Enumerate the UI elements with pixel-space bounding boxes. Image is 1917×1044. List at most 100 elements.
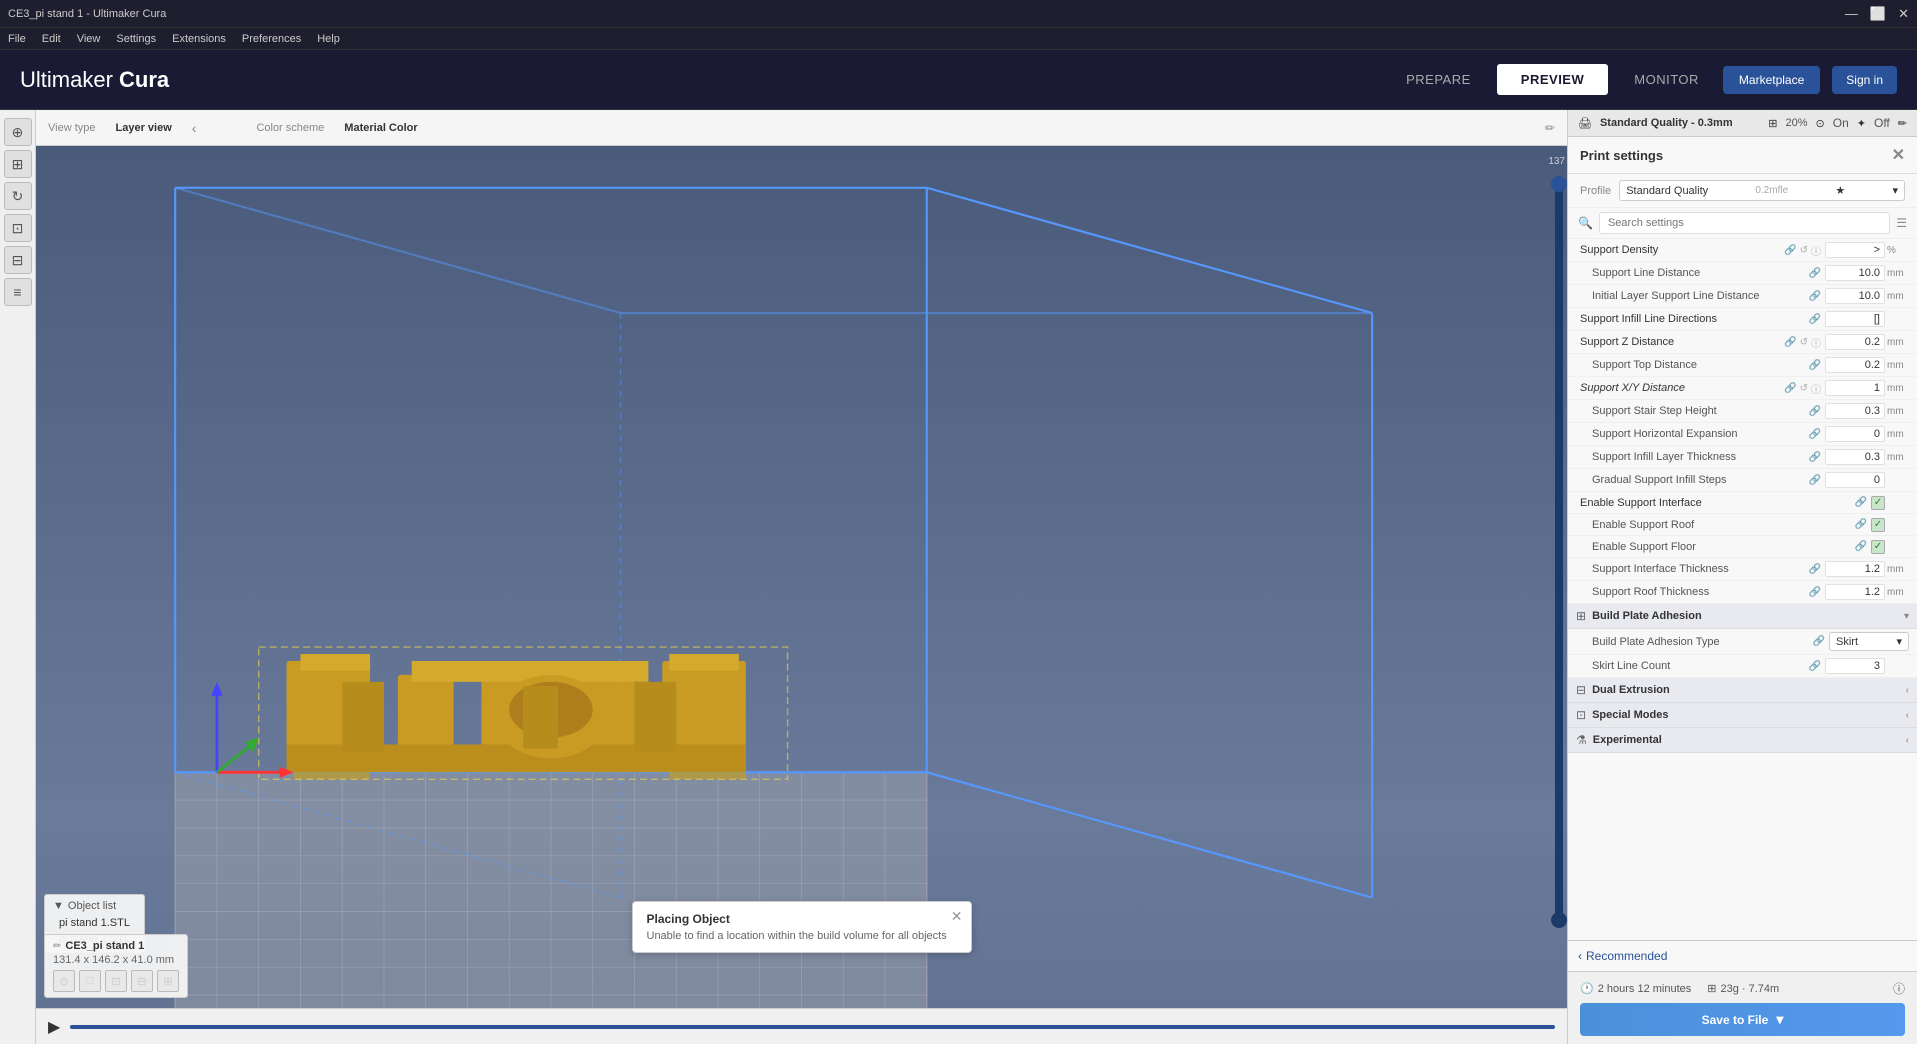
print-settings-close[interactable]: ✕ xyxy=(1892,145,1905,165)
lock-icon-12[interactable]: 🔗 xyxy=(1855,497,1867,508)
edit-icon[interactable]: ✏ xyxy=(1545,121,1555,135)
layer-slider[interactable] xyxy=(70,1025,1555,1029)
lock-icon-17[interactable]: 🔗 xyxy=(1813,636,1825,647)
info-icon-save[interactable]: ⓘ xyxy=(1893,980,1905,997)
marketplace-button[interactable]: Marketplace xyxy=(1723,66,1820,94)
setting-value-infill-layer[interactable]: 0.3 xyxy=(1825,449,1885,465)
tool-group[interactable]: ≡ xyxy=(4,278,32,306)
lock-icon-6[interactable]: 🔗 xyxy=(1809,360,1821,371)
lock-icon[interactable]: 🔗 xyxy=(1784,245,1796,256)
reset-icon-3[interactable]: ↺ xyxy=(1800,383,1808,394)
menu-view[interactable]: View xyxy=(77,33,101,45)
close-button[interactable]: ✕ xyxy=(1898,6,1909,22)
lock-icon-7[interactable]: 🔗 xyxy=(1784,383,1796,394)
section-experimental[interactable]: ⚗ Experimental ‹ xyxy=(1568,728,1917,753)
search-input[interactable] xyxy=(1599,212,1890,234)
checkbox-support-interface[interactable] xyxy=(1871,496,1885,510)
menu-settings[interactable]: Settings xyxy=(116,33,156,45)
special-modes-arrow[interactable]: ‹ xyxy=(1906,710,1909,721)
tool-4[interactable]: ⊟ xyxy=(131,970,153,992)
info-icon-2[interactable]: ⓘ xyxy=(1811,335,1821,350)
menu-preferences[interactable]: Preferences xyxy=(242,33,301,45)
settings-menu-icon[interactable]: ☰ xyxy=(1896,216,1907,230)
lock-icon-8[interactable]: 🔗 xyxy=(1809,406,1821,417)
lock-icon-15[interactable]: 🔗 xyxy=(1809,564,1821,575)
profile-select[interactable]: Standard Quality 0.2mfle ★ ▾ xyxy=(1619,180,1905,201)
tool-1[interactable]: ⊙ xyxy=(53,970,75,992)
setting-value-infill-directions[interactable]: [] xyxy=(1825,311,1885,327)
lock-icon-9[interactable]: 🔗 xyxy=(1809,429,1821,440)
view-collapse-icon[interactable]: ‹ xyxy=(192,120,197,136)
support-on[interactable]: On xyxy=(1833,116,1849,130)
experimental-arrow[interactable]: ‹ xyxy=(1906,735,1909,746)
profile-arrow[interactable]: ▾ xyxy=(1892,184,1898,197)
maximize-button[interactable]: ⬜ xyxy=(1870,6,1886,22)
tab-preview[interactable]: PREVIEW xyxy=(1497,64,1608,95)
lock-icon-5[interactable]: 🔗 xyxy=(1784,337,1796,348)
setting-value-horiz-expansion[interactable]: 0 xyxy=(1825,426,1885,442)
tool-3[interactable]: ⊡ xyxy=(105,970,127,992)
lock-icon-14[interactable]: 🔗 xyxy=(1855,541,1867,552)
setting-value-gradual-infill[interactable]: 0 xyxy=(1825,472,1885,488)
checkbox-support-roof[interactable] xyxy=(1871,518,1885,532)
lock-icon-3[interactable]: 🔗 xyxy=(1809,291,1821,302)
section-build-plate-adhesion[interactable]: ⊞ Build Plate Adhesion ▾ xyxy=(1568,604,1917,629)
setting-value-z-distance[interactable]: 0.2 xyxy=(1825,334,1885,350)
setting-value-top-distance[interactable]: 0.2 xyxy=(1825,357,1885,373)
setting-value-xy-distance[interactable]: 1 xyxy=(1825,380,1885,396)
section-dual-extrusion[interactable]: ⊟ Dual Extrusion ‹ xyxy=(1568,678,1917,703)
setting-value-interface-thickness[interactable]: 1.2 xyxy=(1825,561,1885,577)
tab-prepare[interactable]: PREPARE xyxy=(1382,64,1495,95)
lock-icon-11[interactable]: 🔗 xyxy=(1809,475,1821,486)
lock-icon-13[interactable]: 🔗 xyxy=(1855,519,1867,530)
reset-icon[interactable]: ↺ xyxy=(1800,245,1808,256)
adhesion-type-dropdown[interactable]: Skirt ▾ xyxy=(1829,632,1909,651)
lock-icon-10[interactable]: 🔗 xyxy=(1809,452,1821,463)
tool-move[interactable]: ⊕ xyxy=(4,118,32,146)
setting-value-stair-step[interactable]: 0.3 xyxy=(1825,403,1885,419)
lock-icon-2[interactable]: 🔗 xyxy=(1809,268,1821,279)
tab-monitor[interactable]: MONITOR xyxy=(1610,64,1723,95)
recommended-button[interactable]: ‹ Recommended xyxy=(1578,949,1667,963)
menu-edit[interactable]: Edit xyxy=(42,33,61,45)
collapse-icon[interactable]: ▼ xyxy=(53,900,64,912)
play-button[interactable]: ▶ xyxy=(48,1017,60,1037)
save-to-file-button[interactable]: Save to File ▾ xyxy=(1580,1003,1905,1036)
info-icon-3[interactable]: ⓘ xyxy=(1811,381,1821,396)
layer-slider-vertical[interactable] xyxy=(1555,176,1563,928)
tool-mirror[interactable]: ⊡ xyxy=(4,214,32,242)
lock-icon-16[interactable]: 🔗 xyxy=(1809,587,1821,598)
tool-support[interactable]: ⊟ xyxy=(4,246,32,274)
edit-icon[interactable]: ✏ xyxy=(53,941,61,952)
layer-handle-top[interactable] xyxy=(1551,176,1567,192)
info-icon[interactable]: ⓘ xyxy=(1811,243,1821,258)
tool-rotate[interactable]: ↻ xyxy=(4,182,32,210)
signin-button[interactable]: Sign in xyxy=(1832,66,1897,94)
menu-help[interactable]: Help xyxy=(317,33,340,45)
object-item-1[interactable]: pi stand 1.STL xyxy=(53,915,136,931)
edit-settings-icon[interactable]: ✏ xyxy=(1898,117,1907,130)
setting-value-support-density[interactable]: > xyxy=(1825,242,1885,258)
menu-extensions[interactable]: Extensions xyxy=(172,33,226,45)
layer-handle-bottom[interactable] xyxy=(1551,912,1567,928)
notification-close[interactable]: ✕ xyxy=(951,908,963,925)
menu-file[interactable]: File xyxy=(8,33,26,45)
setting-value-initial-layer[interactable]: 10.0 xyxy=(1825,288,1885,304)
section-special-modes[interactable]: ⊡ Special Modes ‹ xyxy=(1568,703,1917,728)
lock-icon-4[interactable]: 🔗 xyxy=(1809,314,1821,325)
reset-icon-2[interactable]: ↺ xyxy=(1800,337,1808,348)
support-off[interactable]: Off xyxy=(1874,116,1890,130)
minimize-button[interactable]: — xyxy=(1845,6,1858,22)
tool-5[interactable]: ⊞ xyxy=(157,970,179,992)
save-dropdown-arrow[interactable]: ▾ xyxy=(1776,1011,1783,1028)
dual-extrusion-arrow[interactable]: ‹ xyxy=(1906,685,1909,696)
tool-scale[interactable]: ⊞ xyxy=(4,150,32,178)
build-plate-arrow[interactable]: ▾ xyxy=(1904,611,1909,622)
lock-icon-18[interactable]: 🔗 xyxy=(1809,661,1821,672)
setting-value-roof-thickness[interactable]: 1.2 xyxy=(1825,584,1885,600)
checkbox-support-floor[interactable] xyxy=(1871,540,1885,554)
setting-value-support-line-distance[interactable]: 10.0 xyxy=(1825,265,1885,281)
profile-star[interactable]: ★ xyxy=(1835,184,1845,197)
tool-2[interactable]: □ xyxy=(79,970,101,992)
setting-value-skirt-line-count[interactable]: 3 xyxy=(1825,658,1885,674)
